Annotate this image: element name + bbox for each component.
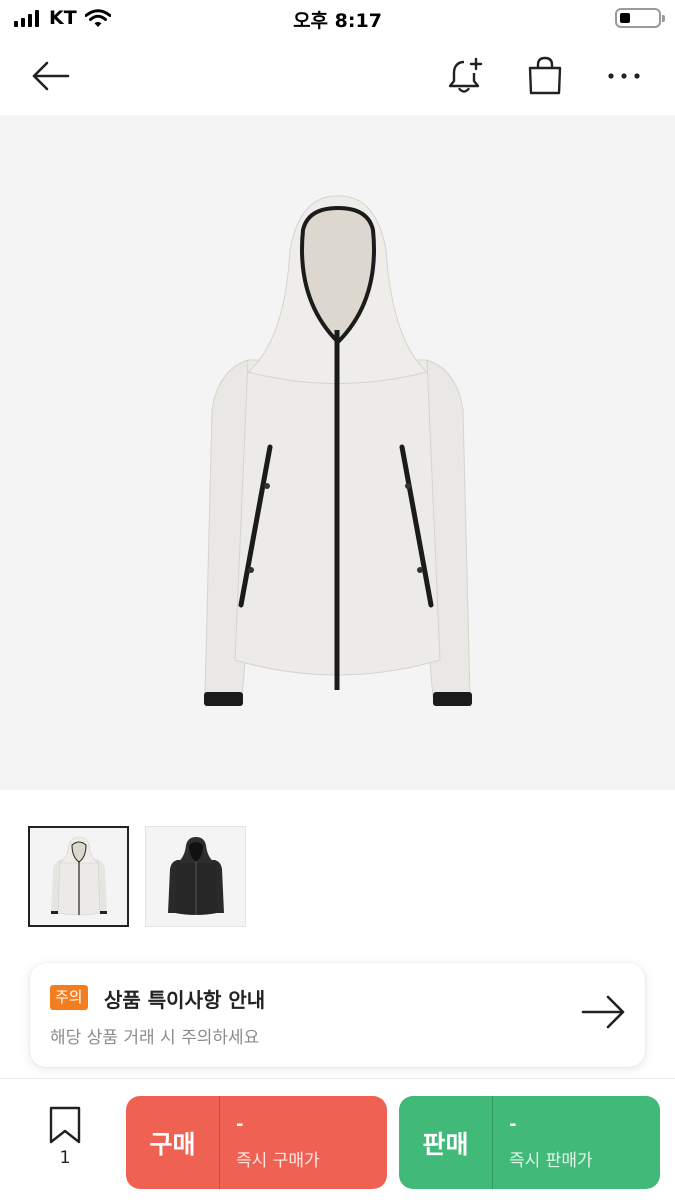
product-image[interactable] [0,115,675,790]
thumbnail-white-jacket[interactable] [28,826,129,927]
arrow-left-icon [32,61,70,91]
arrow-right-icon [581,995,625,1029]
white-jacket-thumbnail-image [50,836,107,915]
more-horizontal-icon [608,73,640,79]
caution-badge: 주의 [50,985,88,1010]
buy-price: - [236,1114,244,1135]
status-time: 오후 8:17 [293,10,382,32]
bookmark-button[interactable]: 1 [38,1106,92,1176]
bookmark-count: 1 [59,1148,71,1168]
product-notice-card[interactable]: 주의 상품 특이사항 안내 해당 상품 거래 시 주의하세요 [30,963,645,1067]
buy-label: 구매 [149,1129,196,1159]
battery-icon [615,8,665,28]
alert-button[interactable] [444,54,488,98]
jacket-image [204,195,472,706]
thumbnail-black-jacket[interactable] [145,826,246,927]
buy-divider [219,1096,220,1189]
more-button[interactable] [602,54,646,98]
cart-button[interactable] [523,54,567,98]
black-jacket-thumbnail-image [167,836,224,915]
back-button[interactable] [28,54,72,98]
top-nav [0,40,675,112]
notice-title: 상품 특이사항 안내 [104,988,266,1012]
shopping-bag-icon [528,56,562,95]
bell-plus-icon [448,57,483,93]
sell-button[interactable]: 판매 - 즉시 판매가 [399,1096,660,1189]
sell-price: - [509,1114,517,1135]
bookmark-icon [49,1106,81,1144]
sell-label: 판매 [422,1129,469,1159]
bottom-divider [0,1078,675,1079]
sell-divider [492,1096,493,1189]
notice-subtitle: 해당 상품 거래 시 주의하세요 [50,1028,260,1048]
status-bar: KT 오후 8:17 [0,0,675,38]
buy-button[interactable]: 구매 - 즉시 구매가 [126,1096,387,1189]
buy-price-label: 즉시 구매가 [236,1151,320,1171]
thumbnail-list [28,826,246,927]
sell-price-label: 즉시 판매가 [509,1151,593,1171]
